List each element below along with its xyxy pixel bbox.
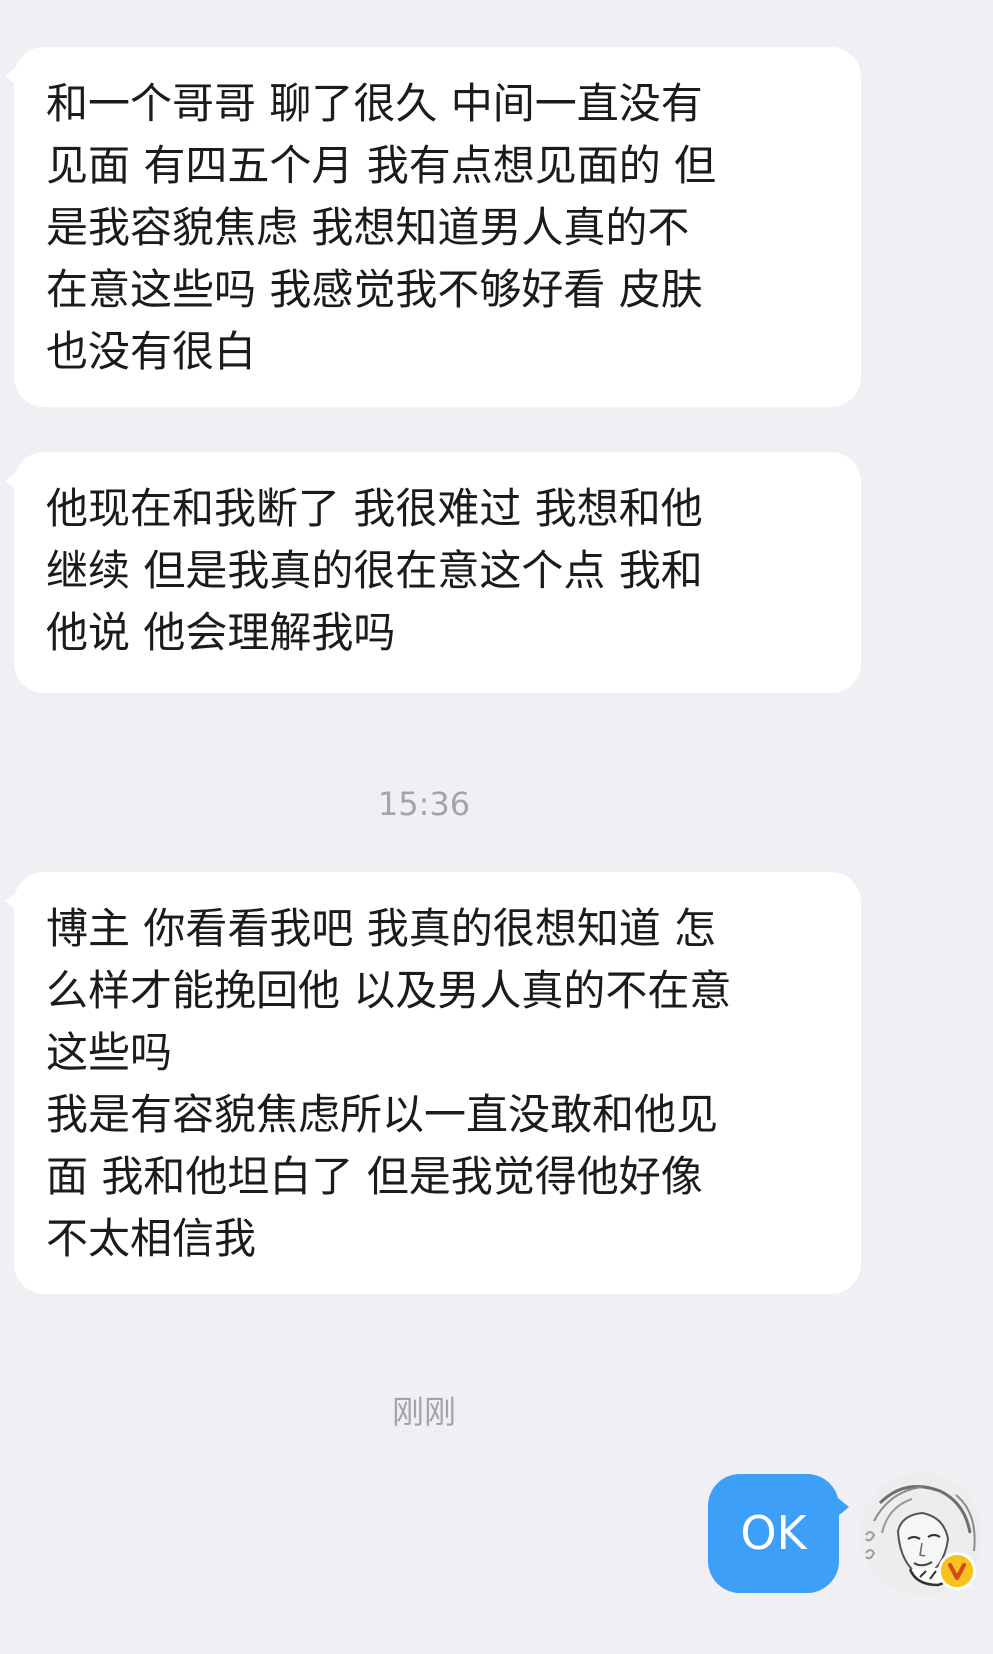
- verified-v-icon: [941, 1555, 973, 1587]
- incoming-message-bubble[interactable]: 他现在和我断了 我很难过 我想和他 继续 但是我真的很在意这个点 我和 他说 他…: [5, 452, 861, 693]
- message-timestamp: 刚刚: [391, 1393, 456, 1431]
- incoming-message-bubble[interactable]: 和一个哥哥 聊了很久 中间一直没有 见面 有四五个月 我有点想见面的 但 是我容…: [5, 47, 861, 407]
- outgoing-message-bubble[interactable]: OK: [708, 1474, 849, 1593]
- verified-badge: [938, 1552, 976, 1590]
- incoming-message-bubble[interactable]: 博主 你看看我吧 我真的很想知道 怎 么样才能挽回他 以及男人真的不在意 这些吗…: [5, 872, 861, 1294]
- message-timestamp: 15:36: [377, 785, 471, 823]
